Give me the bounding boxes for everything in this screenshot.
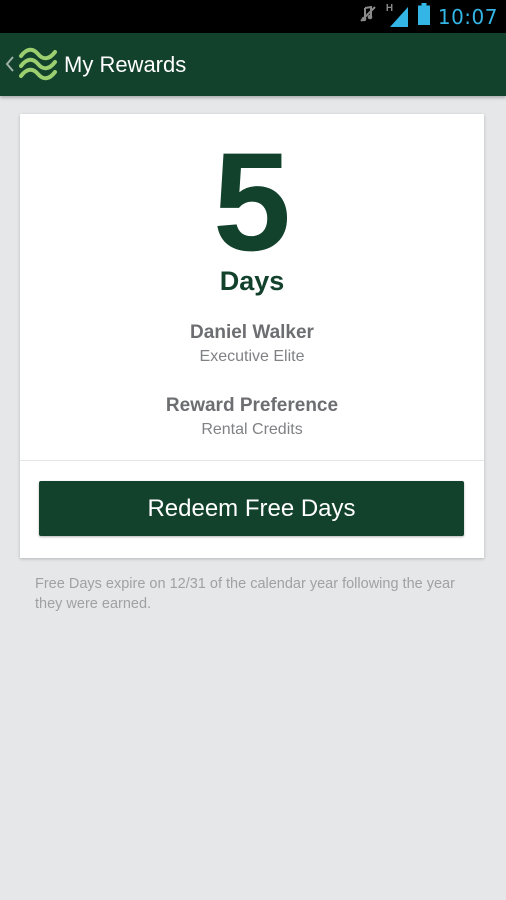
redeem-free-days-button[interactable]: Redeem Free Days — [39, 481, 464, 536]
member-tier: Executive Elite — [199, 348, 305, 365]
mute-icon — [358, 4, 378, 29]
chevron-left-icon — [5, 55, 15, 78]
card-divider — [20, 460, 484, 461]
reward-preference-value: Rental Credits — [201, 421, 303, 438]
free-days-unit: Days — [219, 266, 285, 296]
app-logo-icon — [18, 47, 58, 88]
status-icons: H 10:07 — [358, 0, 498, 33]
page-title: My Rewards — [64, 51, 187, 77]
rewards-card: 5 Days Daniel Walker Executive Elite Rew… — [20, 114, 484, 558]
expiry-footnote: Free Days expire on 12/31 of the calenda… — [35, 576, 455, 612]
app-bar: My Rewards — [0, 33, 506, 96]
free-days-count: 5 — [213, 123, 291, 280]
status-bar: H 10:07 — [0, 0, 506, 33]
reward-preference-title: Reward Preference — [165, 395, 339, 416]
status-time: 10:07 — [437, 4, 498, 29]
battery-icon — [417, 3, 430, 30]
member-name: Daniel Walker — [190, 322, 314, 343]
signal-icon: H — [386, 3, 410, 29]
